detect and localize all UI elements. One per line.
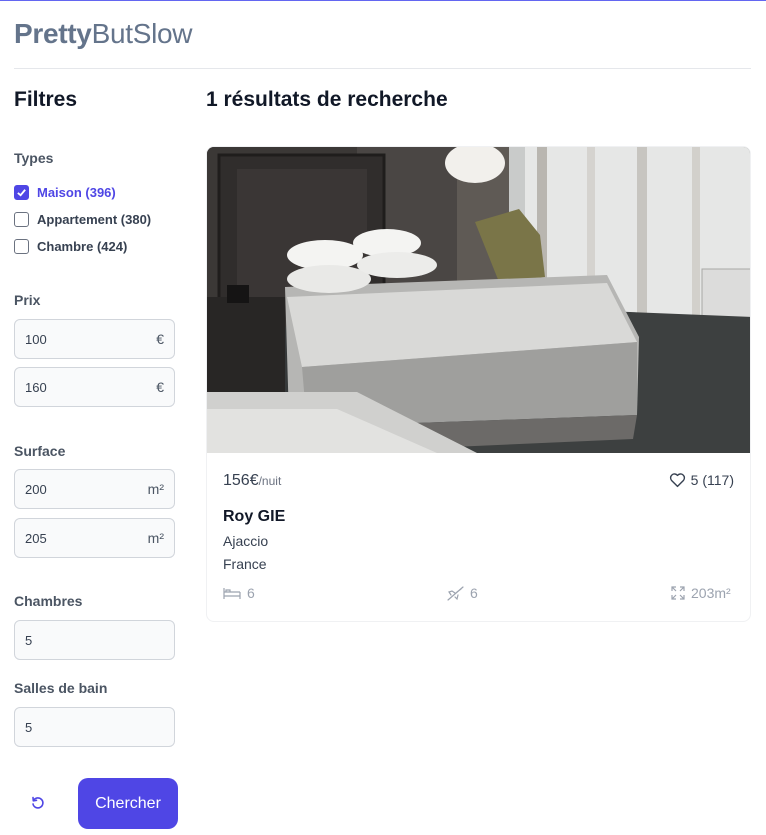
likes[interactable]: 5 (117): [669, 472, 734, 488]
listing-country: France: [223, 556, 267, 572]
beds-count: 6: [247, 585, 255, 601]
app-logo[interactable]: PrettyButSlow: [14, 18, 193, 50]
type-option-label: Appartement (380): [37, 212, 152, 227]
listing-name[interactable]: Roy GIE: [223, 508, 285, 526]
price-min-input[interactable]: 100 €: [14, 319, 175, 359]
price-max-input[interactable]: 160 €: [14, 367, 175, 407]
rooms-input[interactable]: 5: [14, 620, 175, 660]
checkbox-chambre[interactable]: [14, 239, 29, 254]
rooms-label: Chambres: [14, 593, 83, 609]
m2-unit: m²: [147, 481, 164, 497]
surface-max-input[interactable]: 205 m²: [14, 518, 175, 558]
checkbox-appartement[interactable]: [14, 212, 29, 227]
bathrooms-value: 5: [25, 719, 33, 735]
area-stat: 203m²: [671, 585, 731, 601]
rooms-value: 5: [25, 632, 33, 648]
plane-icon: [447, 585, 464, 601]
price-max-value: 160: [25, 379, 47, 395]
beds-stat: 6: [223, 585, 255, 601]
surface-min-input[interactable]: 200 m²: [14, 469, 175, 509]
type-option-label: Chambre (424): [37, 239, 128, 254]
type-option-appartement[interactable]: Appartement (380): [14, 212, 151, 227]
reset-icon: [32, 796, 44, 809]
listing-city: Ajaccio: [223, 533, 269, 549]
euro-unit: €: [156, 331, 164, 347]
surface-label: Surface: [14, 443, 66, 459]
logo-bold: Pretty: [14, 18, 92, 49]
travellers-stat: 6: [447, 585, 478, 601]
checkbox-maison[interactable]: [14, 185, 29, 200]
listing-price: 156€/nuit: [223, 472, 281, 490]
euro-unit: €: [156, 379, 164, 395]
area-value: 203m²: [691, 585, 731, 601]
price-period: /nuit: [258, 474, 282, 488]
logo-light: ButSlow: [91, 18, 193, 49]
listing-photo: [207, 147, 750, 453]
price-label: Prix: [14, 292, 41, 308]
check-icon: [17, 189, 26, 197]
search-button[interactable]: Chercher: [78, 778, 178, 829]
reset-button[interactable]: [28, 793, 48, 813]
travellers-count: 6: [470, 585, 478, 601]
heart-icon[interactable]: [669, 472, 686, 488]
types-label: Types: [14, 150, 54, 166]
likes-count: 5 (117): [690, 472, 734, 488]
bed-icon: [223, 588, 241, 599]
type-option-chambre[interactable]: Chambre (424): [14, 239, 127, 254]
filters-heading: Filtres: [14, 88, 78, 111]
result-card[interactable]: 156€/nuit 5 (117) Roy GIE Ajaccio France…: [206, 146, 751, 622]
bathrooms-input[interactable]: 5: [14, 707, 175, 747]
type-option-maison[interactable]: Maison (396): [14, 185, 116, 200]
price-value: 156€: [223, 472, 259, 489]
results-heading: 1 résultats de recherche: [206, 88, 448, 111]
m2-unit: m²: [147, 530, 164, 546]
header-divider: [14, 68, 751, 69]
bathrooms-label: Salles de bain: [14, 680, 108, 696]
surface-min-value: 200: [25, 481, 47, 497]
price-min-value: 100: [25, 331, 47, 347]
surface-max-value: 205: [25, 530, 47, 546]
expand-icon: [671, 586, 685, 600]
type-option-label: Maison (396): [37, 185, 116, 200]
